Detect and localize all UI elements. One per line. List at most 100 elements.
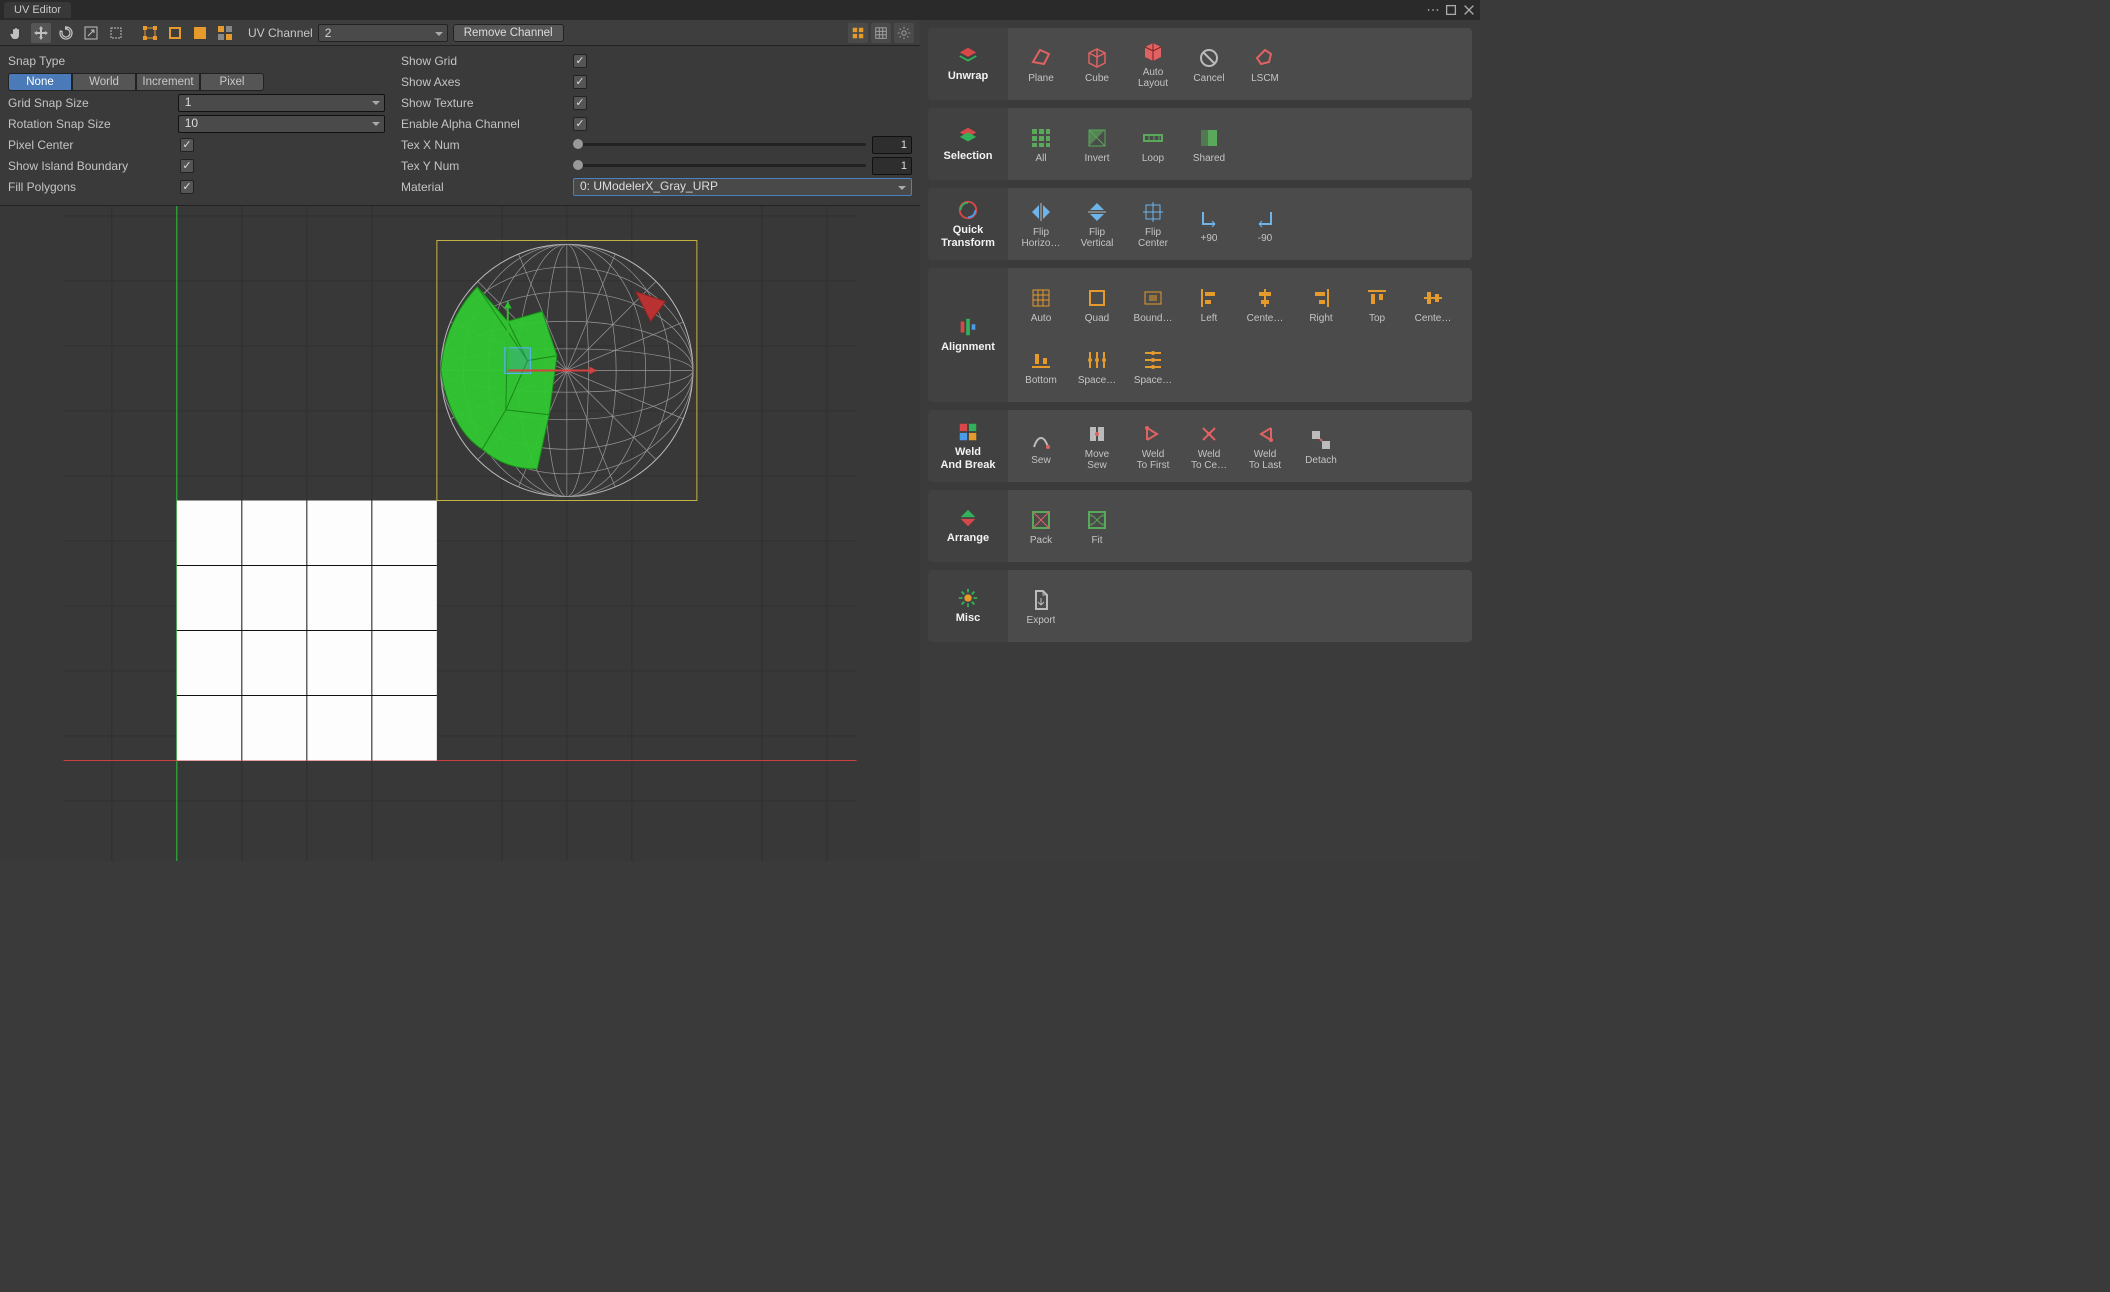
remove-channel-button[interactable]: Remove Channel bbox=[453, 24, 564, 42]
group-alignment: Alignment bbox=[928, 268, 1008, 402]
tool-arrange-1[interactable]: Fit bbox=[1070, 496, 1124, 556]
tool-alignment-3[interactable]: Left bbox=[1182, 274, 1236, 334]
show-grid-checkbox[interactable] bbox=[573, 54, 587, 68]
vertex-mode-icon[interactable] bbox=[140, 23, 160, 43]
island-boundary-label: Show Island Boundary bbox=[8, 159, 180, 173]
tool-alignment-6[interactable]: Top bbox=[1350, 274, 1404, 334]
tool-selection-3[interactable]: Shared bbox=[1182, 114, 1236, 174]
tool-unwrap-4[interactable]: LSCM bbox=[1238, 34, 1292, 94]
snap-none[interactable]: None bbox=[8, 73, 72, 91]
tool-alignment-2[interactable]: Bound… bbox=[1126, 274, 1180, 334]
selection-group-icon bbox=[957, 125, 979, 147]
tool-qtransform-3[interactable]: +90 bbox=[1182, 194, 1236, 254]
tool-weld-0[interactable]: Sew bbox=[1014, 416, 1068, 476]
tool-selection-2[interactable]: Loop bbox=[1126, 114, 1180, 174]
tool-weld-2[interactable]: WeldTo First bbox=[1126, 416, 1180, 476]
close-icon[interactable] bbox=[1462, 3, 1476, 17]
tool-misc-0[interactable]: Export bbox=[1014, 576, 1068, 636]
group-arrange: Arrange bbox=[928, 490, 1008, 562]
tool-alignment-8[interactable]: Bottom bbox=[1014, 336, 1068, 396]
show-axes-checkbox[interactable] bbox=[573, 75, 587, 89]
tool-alignment-7[interactable]: Cente… bbox=[1406, 274, 1460, 334]
window-tab[interactable]: UV Editor bbox=[4, 2, 71, 18]
view-grid2-icon[interactable] bbox=[871, 23, 891, 43]
texy-slider[interactable] bbox=[573, 164, 866, 167]
rotate-tool-icon[interactable] bbox=[56, 23, 76, 43]
tool-weld-3[interactable]: WeldTo Ce… bbox=[1182, 416, 1236, 476]
hand-tool-icon[interactable] bbox=[6, 23, 26, 43]
texx-slider[interactable] bbox=[573, 143, 866, 146]
group-selection: Selection bbox=[928, 108, 1008, 180]
snap-increment[interactable]: Increment bbox=[136, 73, 200, 91]
tool-alignment-0[interactable]: Auto bbox=[1014, 274, 1068, 334]
tool-weld-4[interactable]: WeldTo Last bbox=[1238, 416, 1292, 476]
texy-field[interactable]: 1 bbox=[872, 157, 912, 175]
tool-unwrap-1[interactable]: Cube bbox=[1070, 34, 1124, 94]
tool-weld-1[interactable]: MoveSew bbox=[1070, 416, 1124, 476]
tool-weld-5[interactable]: Detach bbox=[1294, 416, 1348, 476]
maximize-icon[interactable] bbox=[1444, 3, 1458, 17]
face-mode-icon[interactable] bbox=[190, 23, 210, 43]
island-mode-icon[interactable] bbox=[215, 23, 235, 43]
tool-selection-1[interactable]: Invert bbox=[1070, 114, 1124, 174]
tool-unwrap-3[interactable]: Cancel bbox=[1182, 34, 1236, 94]
rect-tool-icon[interactable] bbox=[106, 23, 126, 43]
all-icon bbox=[1028, 125, 1054, 151]
snap-pixel[interactable]: Pixel bbox=[200, 73, 264, 91]
scale-tool-icon[interactable] bbox=[81, 23, 101, 43]
grid-snap-input[interactable]: 1 bbox=[178, 94, 385, 112]
tool-alignment-9[interactable]: Space… bbox=[1070, 336, 1124, 396]
alpha-checkbox[interactable] bbox=[573, 117, 587, 131]
show-tex-label: Show Texture bbox=[401, 96, 573, 110]
tool-alignment-5[interactable]: Right bbox=[1294, 274, 1348, 334]
wfirst-icon bbox=[1140, 421, 1166, 447]
unwrap-group-icon bbox=[957, 45, 979, 67]
tool-alignment-1[interactable]: Quad bbox=[1070, 274, 1124, 334]
tool-qtransform-2[interactable]: FlipCenter bbox=[1126, 194, 1180, 254]
fill-poly-checkbox[interactable] bbox=[180, 180, 194, 194]
wlast-icon bbox=[1252, 421, 1278, 447]
left-icon bbox=[1196, 285, 1222, 311]
tool-qtransform-4[interactable]: -90 bbox=[1238, 194, 1292, 254]
edge-mode-icon[interactable] bbox=[165, 23, 185, 43]
move-tool-icon[interactable] bbox=[31, 23, 51, 43]
uvchannel-label: UV Channel bbox=[248, 26, 313, 40]
bound-icon bbox=[1140, 285, 1166, 311]
tool-unwrap-0[interactable]: Plane bbox=[1014, 34, 1068, 94]
rot-snap-input[interactable]: 10 bbox=[178, 115, 385, 133]
tool-alignment-10[interactable]: Space… bbox=[1126, 336, 1180, 396]
snap-type-segments[interactable]: None World Increment Pixel bbox=[8, 73, 264, 91]
view-grid1-icon[interactable] bbox=[848, 23, 868, 43]
show-tex-checkbox[interactable] bbox=[573, 96, 587, 110]
island-boundary-checkbox[interactable] bbox=[180, 159, 194, 173]
texx-label: Tex X Num bbox=[401, 138, 573, 152]
tool-qtransform-0[interactable]: FlipHorizo… bbox=[1014, 194, 1068, 254]
tool-unwrap-2[interactable]: AutoLayout bbox=[1126, 34, 1180, 94]
top-toolbar: UV Channel 2 Remove Channel bbox=[0, 20, 920, 46]
fill-poly-label: Fill Polygons bbox=[8, 180, 180, 194]
plane-icon bbox=[1028, 45, 1054, 71]
group-unwrap: Unwrap bbox=[928, 28, 1008, 100]
arrange-group-icon bbox=[957, 507, 979, 529]
uv-viewport[interactable] bbox=[0, 206, 920, 861]
texx-field[interactable]: 1 bbox=[872, 136, 912, 154]
tool-qtransform-1[interactable]: FlipVertical bbox=[1070, 194, 1124, 254]
spacev-icon bbox=[1140, 347, 1166, 373]
cube-icon bbox=[1084, 45, 1110, 71]
options-icon[interactable] bbox=[1426, 3, 1440, 17]
tool-selection-0[interactable]: All bbox=[1014, 114, 1068, 174]
tool-arrange-0[interactable]: Pack bbox=[1014, 496, 1068, 556]
pixel-center-checkbox[interactable] bbox=[180, 138, 194, 152]
detach-icon bbox=[1308, 427, 1334, 453]
settings-gear-icon[interactable] bbox=[894, 23, 914, 43]
bottom-icon bbox=[1028, 347, 1054, 373]
group-quick-transform: QuickTransform bbox=[928, 188, 1008, 260]
rot-snap-label: Rotation Snap Size bbox=[8, 117, 178, 131]
uvchannel-dropdown[interactable]: 2 bbox=[318, 24, 448, 42]
cancel-icon bbox=[1196, 45, 1222, 71]
material-dropdown[interactable]: 0: UModelerX_Gray_URP bbox=[573, 178, 912, 196]
tool-alignment-4[interactable]: Cente… bbox=[1238, 274, 1292, 334]
snap-world[interactable]: World bbox=[72, 73, 136, 91]
weld-group-icon bbox=[957, 421, 979, 443]
invert-icon bbox=[1084, 125, 1110, 151]
